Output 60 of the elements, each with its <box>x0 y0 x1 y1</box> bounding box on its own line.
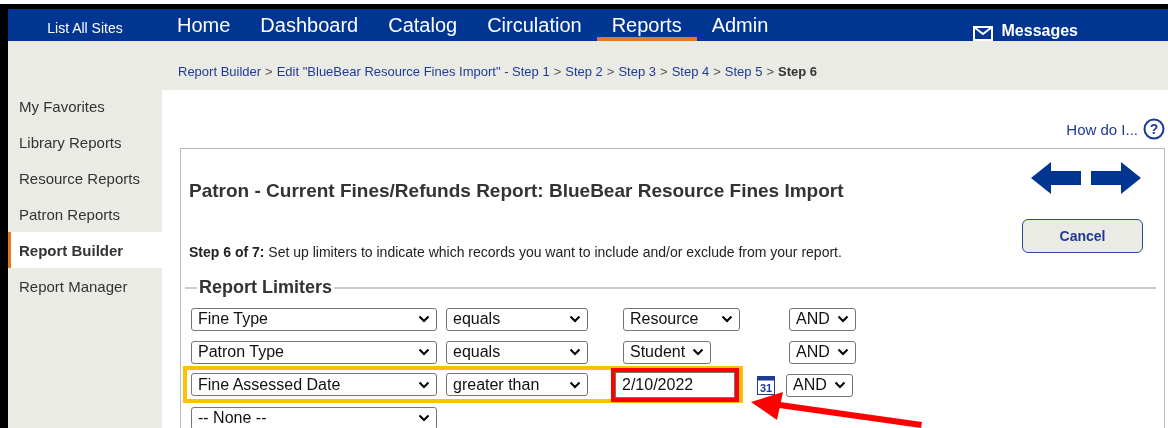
chevron-icon <box>418 315 430 323</box>
breadcrumb-link[interactable]: Step 3 <box>618 64 657 90</box>
sidebar-item[interactable]: Report Manager <box>8 268 162 304</box>
breadcrumb-separator: > <box>553 64 562 81</box>
nav-tab[interactable]: Dashboard <box>245 9 374 41</box>
sidebar-item[interactable]: Resource Reports <box>8 160 162 196</box>
breadcrumb-link[interactable]: Step 5 <box>724 64 763 90</box>
nav-tab[interactable]: Circulation <box>472 9 597 41</box>
cancel-button[interactable]: Cancel <box>1022 219 1143 253</box>
date-field[interactable]: 2/10/2022 <box>615 371 735 398</box>
calendar-icon[interactable]: 31 <box>757 375 775 395</box>
messages-link[interactable]: Messages <box>1001 21 1078 41</box>
help-icon[interactable]: ? <box>1143 118 1165 140</box>
chevron-icon <box>569 348 581 356</box>
breadcrumb-link[interactable]: Step 2 <box>565 64 603 90</box>
breadcrumb-link[interactable]: Edit "BlueBear Resource Fines Import" - Step 1 <box>276 64 550 90</box>
chevron-icon <box>418 380 430 389</box>
conjunction-dropdown[interactable]: AND <box>789 340 856 364</box>
left-arrow-icon[interactable] <box>1030 162 1081 194</box>
operator-dropdown[interactable]: greater than <box>446 373 588 396</box>
chevron-icon <box>692 348 704 356</box>
breadcrumb-current: Step 6 <box>778 64 818 81</box>
field-dropdown[interactable]: -- None -- <box>191 406 437 428</box>
breadcrumb-separator: > <box>265 64 273 81</box>
breadcrumb-separator: > <box>713 64 721 81</box>
chevron-icon <box>569 380 581 389</box>
chevron-icon <box>418 414 430 422</box>
chevron-icon <box>837 315 849 323</box>
breadcrumb-separator: > <box>606 64 615 81</box>
breadcrumb-separator: > <box>766 64 774 81</box>
conjunction-dropdown[interactable]: AND <box>789 307 856 331</box>
nav-tab[interactable]: Admin <box>696 9 784 41</box>
sidebar-item[interactable]: Patron Reports <box>8 196 162 232</box>
field-dropdown[interactable]: Fine Assessed Date <box>191 373 437 396</box>
breadcrumb-link[interactable]: Report Builder <box>178 64 262 90</box>
nav-tab[interactable]: Home <box>162 9 246 41</box>
chevron-icon <box>418 348 430 356</box>
step-instructions: Step 6 of 7: Set up limiters to indicate which records you want to include and/or exclude from your report. <box>189 244 843 260</box>
help-link[interactable]: How do I... <box>1066 120 1138 138</box>
chevron-icon <box>721 315 733 323</box>
conjunction-dropdown[interactable]: AND <box>786 373 853 397</box>
report-title: Patron - Current Fines/Refunds Report: BlueBear Resource Fines Import <box>189 180 845 202</box>
list-all-sites-link[interactable]: List All Sites <box>8 9 162 41</box>
field-dropdown[interactable]: Patron Type <box>191 340 437 364</box>
chevron-icon <box>569 315 581 323</box>
value-dropdown[interactable]: Resource <box>623 307 740 331</box>
sidebar-item[interactable]: Library Reports <box>8 124 162 160</box>
sidebar-item[interactable]: My Favorites <box>8 88 162 124</box>
operator-dropdown[interactable]: equals <box>446 307 588 331</box>
chevron-icon <box>837 348 849 356</box>
breadcrumb-link[interactable]: Step 4 <box>671 64 710 90</box>
sidebar-item[interactable]: Report Builder <box>8 232 162 268</box>
chevron-icon <box>834 381 846 389</box>
right-arrow-icon[interactable] <box>1090 162 1141 194</box>
breadcrumb-separator: > <box>660 64 668 81</box>
envelope-icon[interactable] <box>972 26 993 41</box>
operator-dropdown[interactable]: equals <box>446 340 588 364</box>
field-dropdown[interactable]: Fine Type <box>191 307 437 331</box>
value-dropdown[interactable]: Student <box>623 340 711 364</box>
nav-tab[interactable]: Catalog <box>373 9 473 41</box>
